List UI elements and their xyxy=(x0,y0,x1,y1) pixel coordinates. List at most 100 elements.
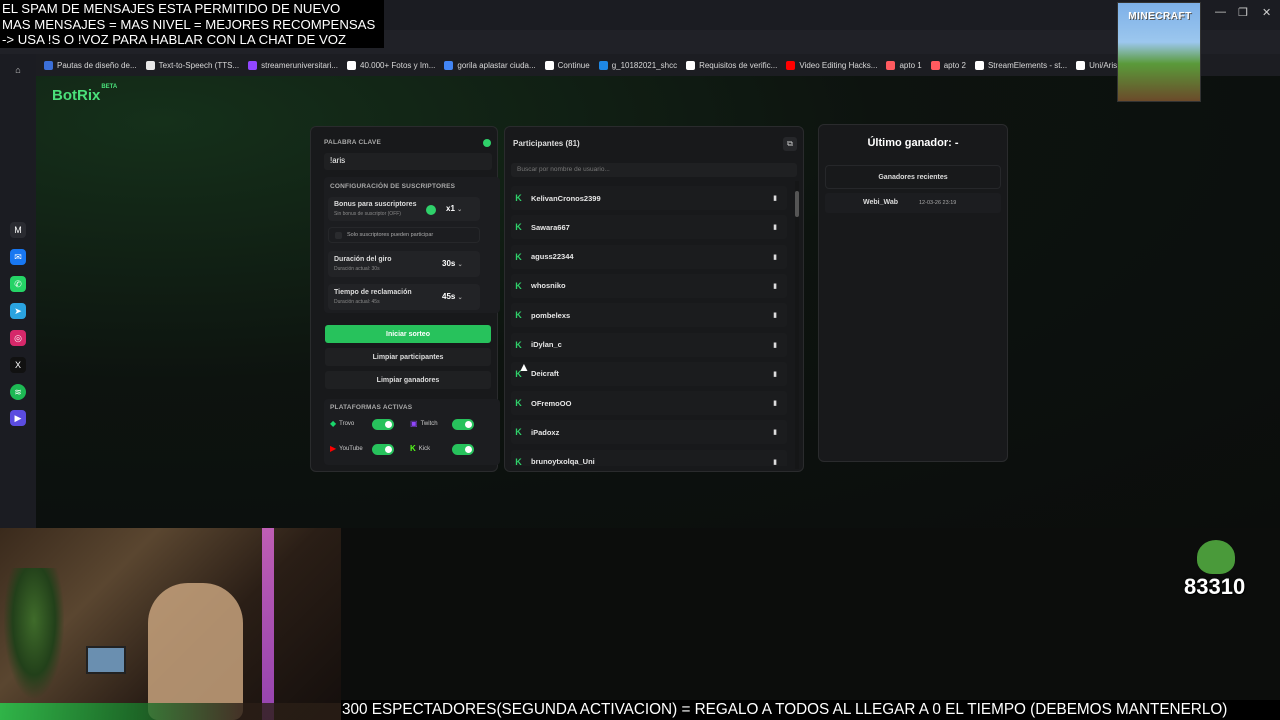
trash-icon[interactable]: ▮ xyxy=(773,282,777,290)
bookmark-label: streameruniversitari... xyxy=(261,60,339,70)
telegram-icon[interactable]: ➤ xyxy=(10,303,26,319)
player-icon[interactable]: ▶ xyxy=(10,410,26,426)
trovo-toggle[interactable] xyxy=(372,419,394,430)
twitch-icon: ▣ xyxy=(410,419,418,428)
claim-time-select[interactable]: 45s ⌄ xyxy=(442,292,463,301)
participant-row: KiDylan_c ▮ xyxy=(511,332,787,357)
platform-kick-label: Kick xyxy=(418,445,431,452)
trash-icon[interactable]: ▮ xyxy=(773,341,777,349)
minecraft-logo: MINECRAFT xyxy=(1128,11,1192,22)
browser-sidebar: ⌂ M ✉ ✆ ➤ ◎ X ≋ ▶ xyxy=(0,54,36,528)
keyword-input[interactable]: !aris xyxy=(324,153,492,170)
participant-name: Deicraft xyxy=(531,369,559,379)
participant-row: K Sawara667 ▮ xyxy=(511,215,787,240)
instagram-icon[interactable]: ◎ xyxy=(10,330,26,346)
bookmark-label: Requisitos de verific... xyxy=(699,60,778,70)
stream-overlay-banner: EL SPAM DE MENSAJES ESTA PERMITIDO DE NU… xyxy=(0,0,384,48)
stream-ticker: 300 ESPECTADORES(SEGUNDA ACTIVACION) = R… xyxy=(341,700,1280,720)
bookmark-item[interactable]: Continue xyxy=(544,60,590,70)
only-subs-checkbox[interactable] xyxy=(335,232,342,239)
active-platforms-section: PLATAFORMAS ACTIVAS ◆ Trovo ▣ Twitch ▶ YouT… xyxy=(324,399,500,465)
spin-duration-select[interactable]: 30s ⌄ xyxy=(442,259,463,268)
only-subs-row[interactable]: Solo suscriptores pueden participar xyxy=(328,227,480,243)
gmail-icon[interactable]: M xyxy=(10,222,26,238)
home-icon[interactable]: ⌂ xyxy=(10,62,26,78)
bookmark-item[interactable]: Text-to-Speech (TTS... xyxy=(145,60,240,70)
pepe-counter: 83310 xyxy=(1184,574,1246,599)
spin-duration-desc: Duración actual: 30s xyxy=(334,266,380,272)
bookmark-item[interactable]: gorila aplastar ciuda... xyxy=(444,60,536,70)
close-icon[interactable]: ✕ xyxy=(1262,6,1271,19)
bookmark-label: apto 2 xyxy=(943,60,966,70)
clear-participants-button[interactable]: Limpiar participantes xyxy=(325,348,491,366)
led-floor-image xyxy=(0,703,341,720)
bookmark-label: apto 1 xyxy=(899,60,922,70)
bookmark-item[interactable]: Uni/Aris xyxy=(1076,60,1117,70)
bookmark-item[interactable]: Requisitos de verific... xyxy=(686,60,778,70)
kick-icon: K xyxy=(515,222,522,233)
bookmark-item[interactable]: streameruniversitari... xyxy=(248,60,339,70)
bookmark-item[interactable]: Pautas de diseño de... xyxy=(44,60,137,70)
bookmark-item[interactable]: 40.000+ Fotos y Im... xyxy=(347,60,435,70)
youtube-toggle[interactable] xyxy=(372,444,394,455)
kick-icon: K xyxy=(410,444,416,453)
participant-name: aguss22344 xyxy=(531,252,574,262)
kick-icon: K xyxy=(515,193,522,203)
plant-image xyxy=(4,568,64,698)
bonus-info-icon[interactable] xyxy=(426,205,436,215)
participants-scrollbar[interactable] xyxy=(795,181,799,469)
spotify-icon[interactable]: ≋ xyxy=(10,384,26,400)
copy-icon[interactable]: ⧉ xyxy=(783,137,797,151)
trash-icon[interactable]: ▮ xyxy=(773,428,777,436)
maximize-icon[interactable]: ❐ xyxy=(1238,6,1248,19)
participant-row: Kaguss22344 ▮ xyxy=(511,244,787,269)
participant-row: Kpombelexs ▮ xyxy=(511,303,787,328)
bookmark-item[interactable]: apto 2 xyxy=(930,60,966,70)
spin-duration-title: Duración del giro xyxy=(334,256,392,263)
bookmark-label: Text-to-Speech (TTS... xyxy=(158,60,240,70)
minimize-icon[interactable]: — xyxy=(1215,6,1226,18)
sub-bonus-title: Bonus para suscriptores xyxy=(334,201,417,208)
beta-badge: BETA xyxy=(101,84,118,90)
participant-search-input[interactable]: Buscar por nombre de usuario... xyxy=(511,163,797,177)
bookmark-label: StreamElements - st... xyxy=(987,60,1068,70)
bookmark-item[interactable]: StreamElements - st... xyxy=(974,60,1068,70)
trash-icon[interactable]: ▮ xyxy=(773,399,777,407)
sub-bonus-desc: Sin bonus de suscriptor (OFF) xyxy=(334,211,401,217)
whatsapp-icon[interactable]: ✆ xyxy=(10,276,26,292)
trash-icon[interactable]: ▮ xyxy=(773,458,777,466)
trash-icon[interactable]: ▮ xyxy=(773,253,777,261)
platform-youtube: ▶ YouTube xyxy=(330,444,363,453)
botrix-logo[interactable]: BotRixBETA xyxy=(52,84,118,104)
participants-panel: Participantes (81) ⧉ Buscar por nombre d… xyxy=(504,126,804,472)
monitor-image xyxy=(86,646,126,674)
participant-row: K OFremoOO ▮ xyxy=(511,391,787,416)
bookmark-label: g_10182021_shcc xyxy=(611,60,678,70)
trash-icon[interactable]: ▮ xyxy=(773,194,777,202)
chevron-down-icon: ⌄ xyxy=(457,207,463,213)
winner-panel: Último ganador: - Ganadores recientes We… xyxy=(818,124,1008,462)
trovo-icon: ◆ xyxy=(330,419,337,428)
x-icon[interactable]: X xyxy=(10,357,26,373)
trash-icon[interactable]: ▮ xyxy=(773,223,777,231)
bookmark-favicon-icon xyxy=(786,60,796,70)
kick-toggle[interactable] xyxy=(452,444,474,455)
platform-twitch: ▣ Twitch xyxy=(410,419,438,428)
trash-icon[interactable]: ▮ xyxy=(773,370,777,378)
trash-icon[interactable]: ▮ xyxy=(773,311,777,319)
bookmark-item[interactable]: apto 1 xyxy=(886,60,922,70)
participant-name: iPadoxz xyxy=(531,427,560,437)
messenger-icon[interactable]: ✉ xyxy=(10,249,26,265)
bookmark-item[interactable]: g_10182021_shcc xyxy=(598,60,678,70)
bookmark-item[interactable]: Video Editing Hacks... xyxy=(786,60,877,70)
twitch-toggle[interactable] xyxy=(452,419,474,430)
mouse-cursor-icon: ▲ xyxy=(518,360,530,374)
scroll-thumb[interactable] xyxy=(795,191,799,217)
participant-row: K Deicraft ▮ xyxy=(511,361,787,386)
participant-row: KiPadoxz ▮ xyxy=(511,420,787,445)
bonus-select[interactable]: x1 ⌄ xyxy=(446,204,462,213)
platforms-header: PLATAFORMAS ACTIVAS xyxy=(330,404,413,411)
clear-winners-button[interactable]: Limpiar ganadores xyxy=(325,371,491,389)
start-raffle-button[interactable]: Iniciar sorteo xyxy=(325,325,491,343)
kick-icon: K xyxy=(515,251,522,262)
